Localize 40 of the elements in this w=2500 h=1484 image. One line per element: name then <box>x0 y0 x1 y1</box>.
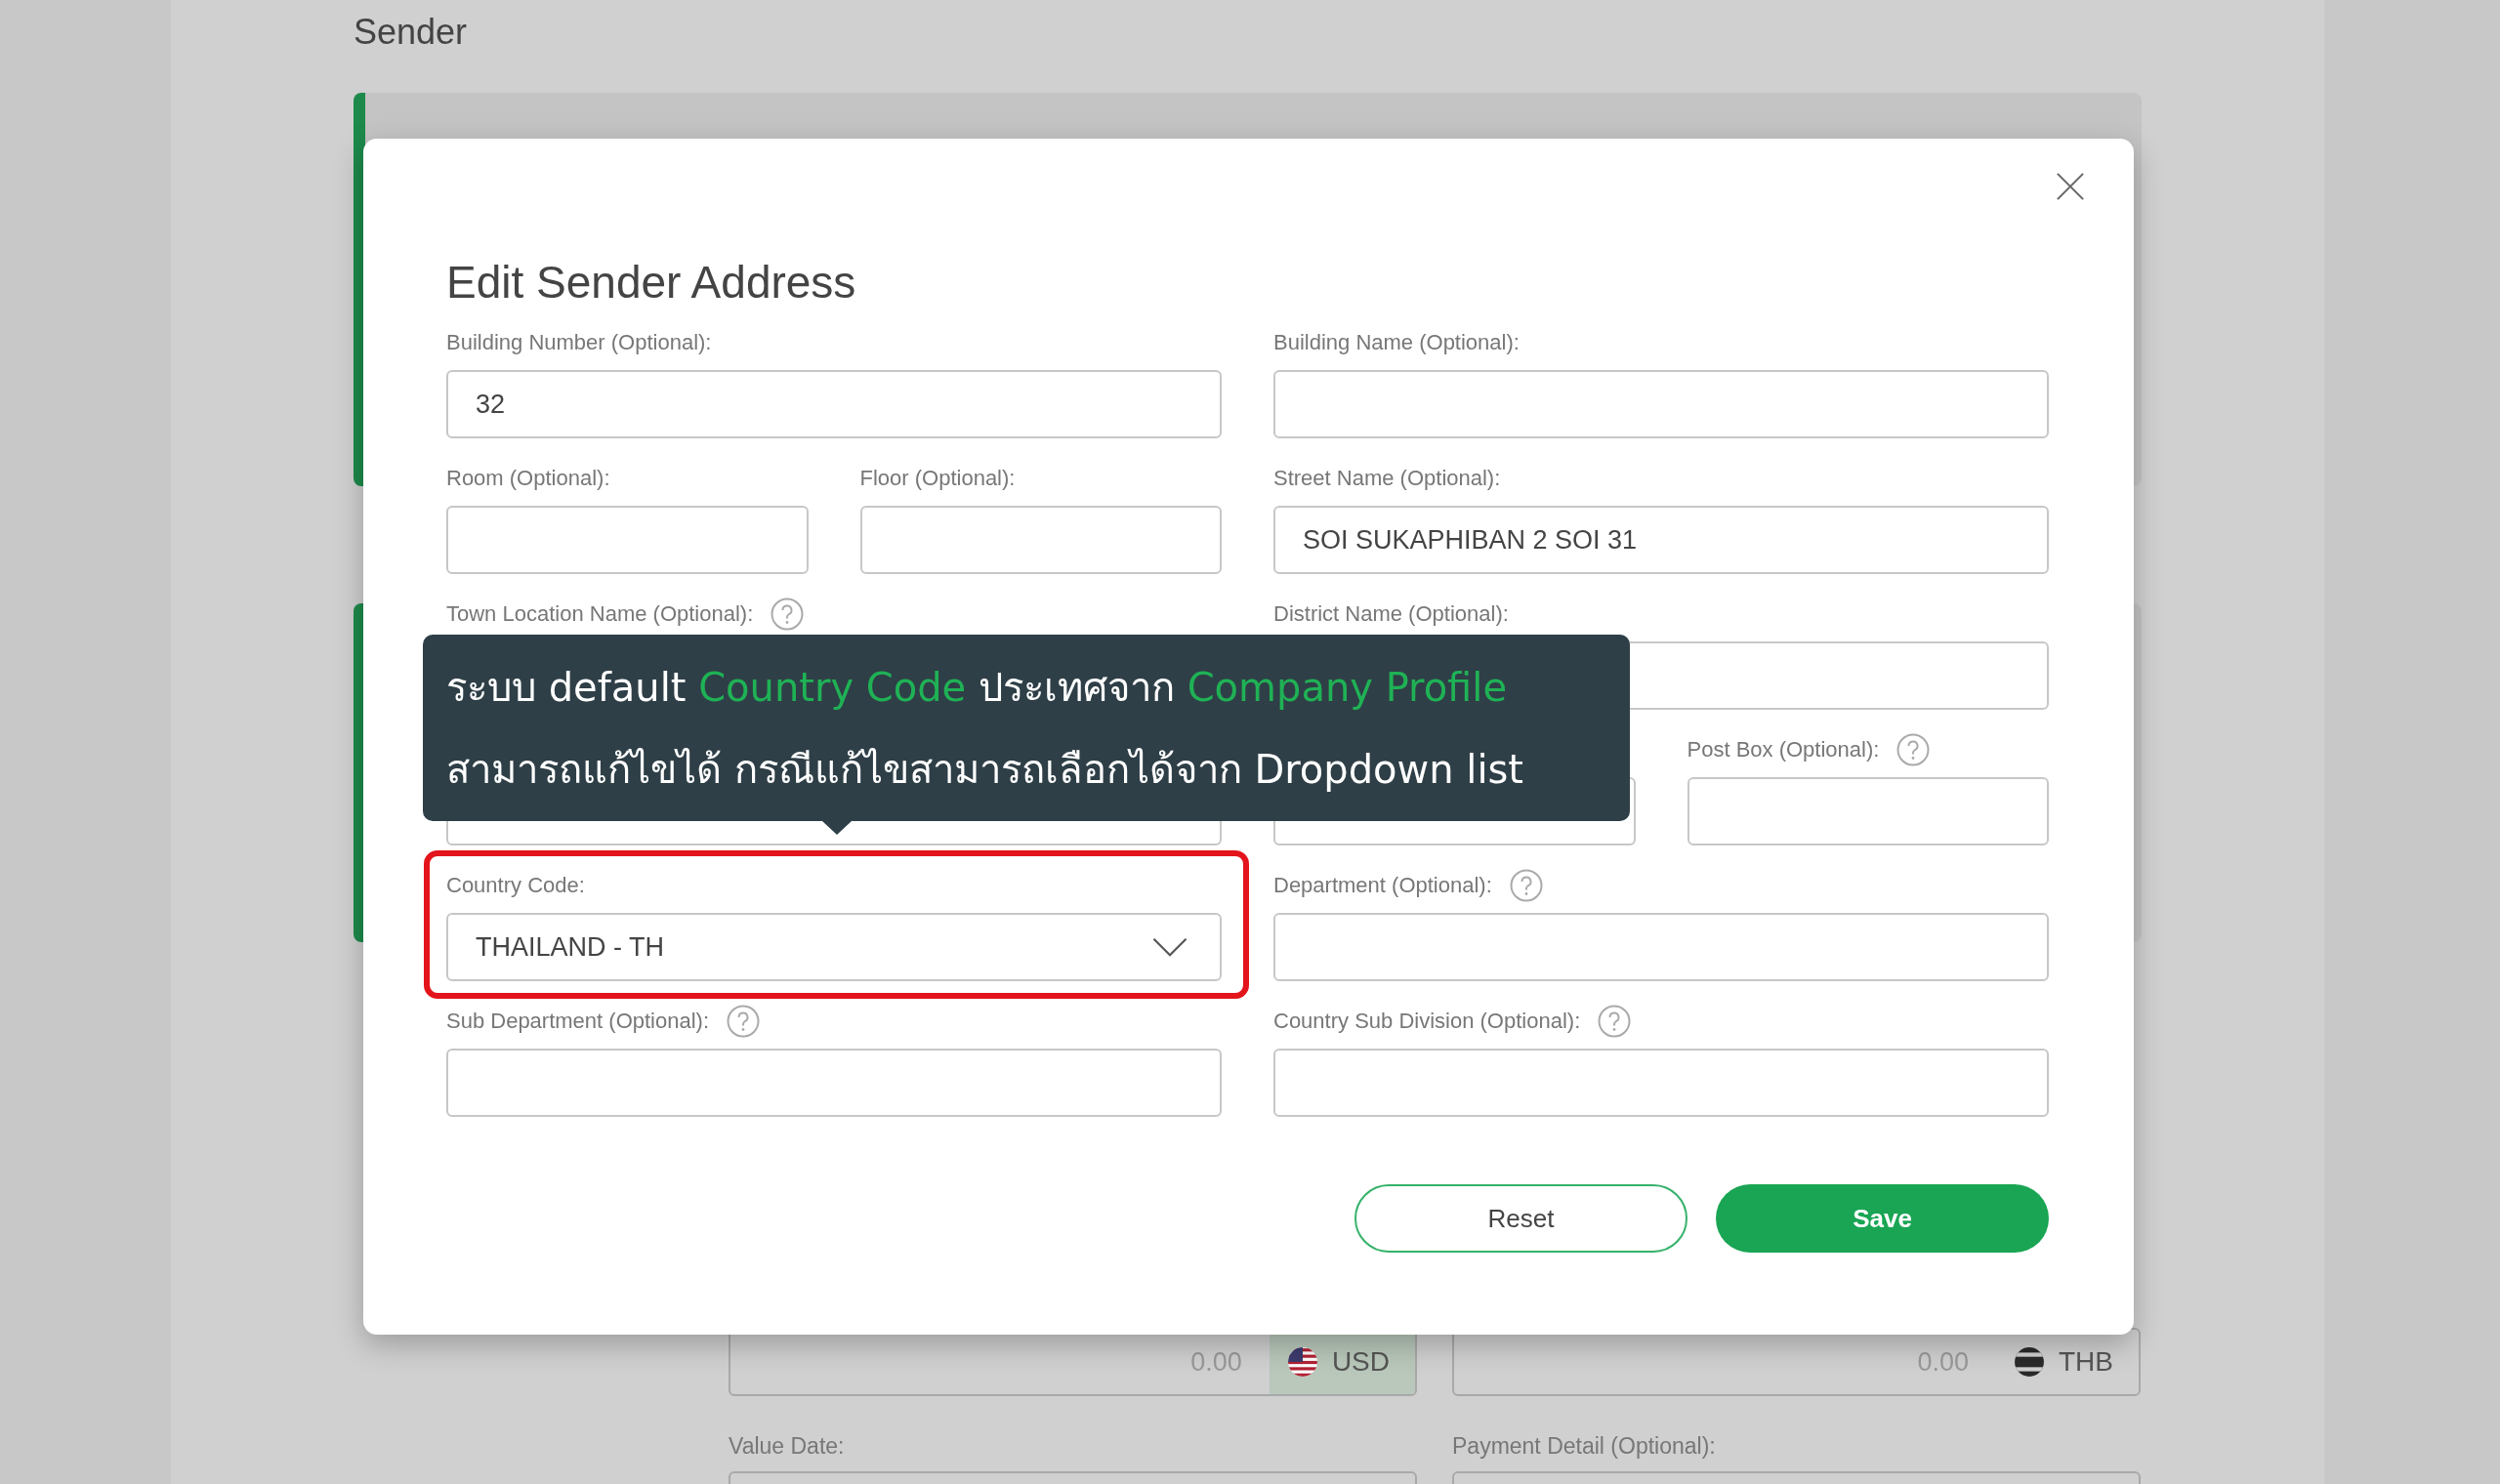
chevron-icon <box>1151 936 1188 958</box>
close-icon[interactable] <box>2056 172 2085 201</box>
text-field[interactable]: 32 <box>446 370 1222 438</box>
field-label: Building Name (Optional): <box>1273 330 1520 355</box>
field-label: District Name (Optional): <box>1273 601 1509 627</box>
text-field[interactable] <box>446 1049 1222 1117</box>
text-field[interactable] <box>1273 1049 2049 1117</box>
flag-icon <box>2014 1346 2045 1378</box>
field-label: Value Date: <box>729 1433 846 1460</box>
field-label: Payment Detail (Optional): <box>1452 1433 1717 1460</box>
text-field[interactable] <box>859 506 1222 574</box>
help-icon[interactable] <box>1509 869 1543 902</box>
currency-code: USD <box>1331 1346 1390 1378</box>
field-label: Town Location Name (Optional): <box>446 601 754 627</box>
flag-icon <box>1286 1346 1318 1378</box>
section-title: Sender <box>354 11 468 54</box>
field-label: Country Sub Division (Optional): <box>1273 1009 1581 1034</box>
help-icon[interactable] <box>1598 1005 1632 1038</box>
text-field[interactable] <box>1273 370 2049 438</box>
field-label: Street Name (Optional): <box>1273 466 1501 491</box>
text-field[interactable] <box>1273 913 2049 981</box>
field-label: Building Number (Optional): <box>446 330 712 355</box>
tooltip-text: สามารถแก้ไขได้ กรณีแก้ไขสามารถเลือกได้จาก Dropdown list <box>446 745 1525 794</box>
text-field[interactable] <box>446 506 809 574</box>
field-label: Sub Department (Optional): <box>446 1009 710 1034</box>
tooltip-text: ระบบ default Country Code ประเทศจาก Company Profile <box>446 663 1509 712</box>
help-icon[interactable] <box>727 1005 761 1038</box>
help-icon[interactable] <box>771 598 805 631</box>
field-label: Country Code: <box>446 873 585 898</box>
text-field[interactable] <box>1687 777 2049 845</box>
dialog-title: Edit Sender Address <box>446 256 857 309</box>
field-label: Post Box (Optional): <box>1687 737 1880 763</box>
field-label: Room (Optional): <box>446 466 610 491</box>
reset-button[interactable]: Reset <box>1354 1184 1688 1253</box>
text-field[interactable]: SOI SUKAPHIBAN 2 SOI 31 <box>1273 506 2049 574</box>
field-label: Floor (Optional): <box>859 466 1016 491</box>
country-select[interactable]: THAILAND - TH <box>446 913 1222 981</box>
currency-code: THB <box>2059 1346 2113 1378</box>
field-label: Department (Optional): <box>1273 873 1492 898</box>
help-icon[interactable] <box>1896 733 1931 766</box>
